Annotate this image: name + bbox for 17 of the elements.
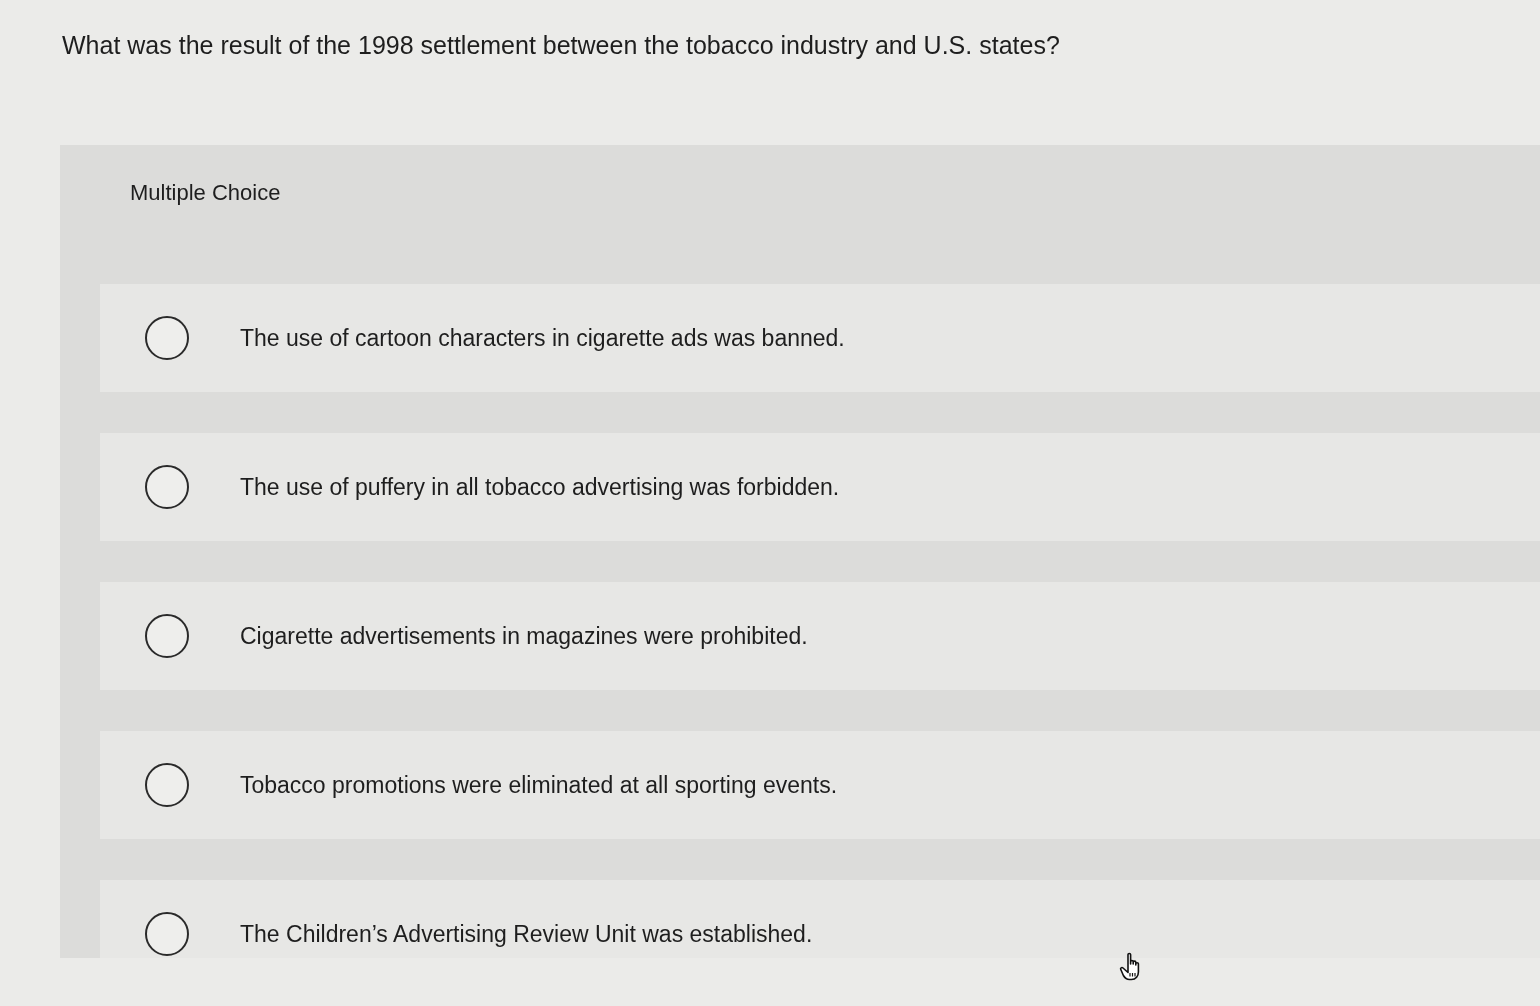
question-type-heading: Multiple Choice [130,179,281,206]
question-text: What was the result of the 1998 settlement between the tobacco industry and U.S. states? [62,30,1060,61]
radio-button[interactable] [145,763,189,807]
answer-option[interactable]: The use of puffery in all tobacco advertising was forbidden. [100,433,1540,541]
radio-button[interactable] [145,316,189,360]
option-text: Cigarette advertisements in magazines were prohibited. [240,622,808,650]
radio-button[interactable] [145,912,189,956]
option-text: The use of cartoon characters in cigarette ads was banned. [240,324,845,352]
option-text: The Children’s Advertising Review Unit was established. [240,920,813,948]
radio-button[interactable] [145,465,189,509]
option-text: Tobacco promotions were eliminated at all sporting events. [240,771,838,799]
answer-option[interactable]: The use of cartoon characters in cigarette ads was banned. [100,284,1540,392]
answer-option[interactable]: Tobacco promotions were eliminated at all sporting events. [100,731,1540,839]
option-text: The use of puffery in all tobacco advertising was forbidden. [240,473,840,501]
answer-option[interactable]: Cigarette advertisements in magazines were prohibited. [100,582,1540,690]
radio-button[interactable] [145,614,189,658]
answer-option[interactable]: The Children’s Advertising Review Unit was established. [100,880,1540,958]
